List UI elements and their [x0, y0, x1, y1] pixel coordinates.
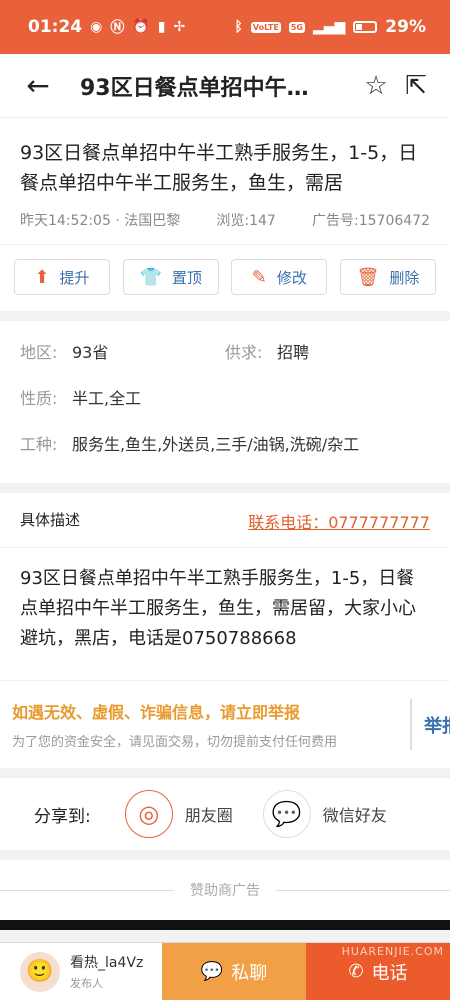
- alarm-icon: ⏰: [132, 19, 150, 35]
- chat-bubble-icon: 💬: [200, 961, 224, 982]
- phone-icon: ✆: [348, 961, 364, 982]
- warning-title: 如遇无效、虚假、诈骗信息，请立即举报: [12, 703, 301, 722]
- description-header: 具体描述: [20, 511, 81, 529]
- jobtype-value: 服务生,鱼生,外送员,三手/油锅,洗碗/杂工: [72, 435, 360, 454]
- description-body: 93区日餐点单招中午半工熟手服务生，1-5，日餐点单招中午半工服务生，鱼生，需居…: [20, 568, 416, 649]
- battery-percent: 29%: [385, 17, 426, 37]
- post-meta: 昨天14:52:05 · 法国巴黎 浏览:147 广告号:15706472: [0, 198, 450, 245]
- sponsor-label: 赞助商广告: [190, 883, 260, 899]
- share-out-icon[interactable]: ⇱: [396, 71, 436, 101]
- post-time-location: 昨天14:52:05 · 法国巴黎: [20, 213, 181, 229]
- sponsor-divider: 赞助商广告: [0, 860, 450, 920]
- watermark: HUARENJIE.COM: [341, 945, 444, 958]
- nature-label: 性质:: [20, 389, 58, 408]
- pencil-icon: ✎: [251, 266, 267, 288]
- region-label: 地区:: [20, 343, 58, 362]
- jobtype-label: 工种:: [20, 435, 58, 454]
- edit-button[interactable]: ✎ 修改: [231, 259, 328, 295]
- share-moments-button[interactable]: ◎ 朋友圈: [124, 790, 233, 838]
- share-section: 分享到: ◎ 朋友圈 💬 微信好友: [0, 778, 450, 850]
- star-icon[interactable]: ☆: [356, 71, 396, 101]
- ad-number: 广告号:15706472: [312, 213, 430, 229]
- status-time: 01:24: [28, 17, 83, 37]
- publisher-role: 发布人: [70, 977, 103, 990]
- publisher-name: 看热_la4Vz: [70, 955, 144, 971]
- delete-button[interactable]: 🗑 删除: [339, 259, 436, 295]
- info-section: 地区: 93省 供求: 招聘 性质: 半工,全工 工种: 服务生,鱼生,外送员,…: [0, 321, 450, 483]
- view-count: 浏览:147: [216, 213, 276, 229]
- pin-top-button[interactable]: 👕 置顶: [122, 259, 219, 295]
- call-button[interactable]: ✆ 电话 HUARENJIE.COM: [306, 943, 450, 1000]
- share-wechat-button[interactable]: 💬 微信好友: [262, 790, 387, 838]
- avatar: 🙂: [20, 951, 60, 992]
- divider: [0, 311, 450, 321]
- shirt-icon: 👕: [139, 266, 162, 288]
- volte-badge: VoLTE: [250, 21, 281, 33]
- ad-banner[interactable]: [0, 920, 450, 930]
- warning-subtitle: 为了您的资金安全，请见面交易，切勿提前支付任何费用: [12, 735, 338, 750]
- battery-icon: [353, 21, 378, 33]
- warning-banner: 如遇无效、虚假、诈骗信息，请立即举报 为了您的资金安全，请见面交易，切勿提前支付…: [0, 680, 450, 768]
- private-chat-button[interactable]: 💬 私聊: [162, 943, 306, 1000]
- page-title: 93区日餐点单招中午…: [80, 75, 309, 101]
- eye-icon: ◉: [90, 19, 103, 35]
- nature-value: 半工,全工: [72, 389, 142, 408]
- action-bar: ⬆ 提升 👕 置顶 ✎ 修改 🗑 删除: [0, 245, 450, 311]
- report-button[interactable]: 举报: [410, 699, 450, 750]
- network-badge: 5G: [288, 21, 305, 33]
- status-bar: 01:24 ◉ Ⓝ ⏰ ▮ ✢ ᛒ VoLTE 5G ▂▄▆ 29%: [0, 0, 450, 54]
- divider: [0, 483, 450, 493]
- region-value: 93省: [72, 343, 109, 362]
- nav-bar: ← 93区日餐点单招中午… ☆ ⇱: [0, 54, 450, 118]
- share-label: 分享到:: [34, 806, 91, 827]
- contact-phone-link[interactable]: 联系电话：0777777777: [248, 509, 430, 533]
- promote-button[interactable]: ⬆ 提升: [14, 259, 110, 295]
- divider: [0, 768, 450, 778]
- post-title: 93区日餐点单招中午半工熟手服务生，1-5，日餐点单招中午半工服务生，鱼生，需居: [20, 142, 418, 194]
- bottom-bar: 🙂 看热_la4Vz 发布人 💬 私聊 ✆ 电话 HUARENJIE.COM: [0, 942, 450, 1000]
- back-arrow-icon[interactable]: ←: [14, 69, 62, 102]
- publisher-info[interactable]: 🙂 看热_la4Vz 发布人: [0, 943, 162, 1000]
- page: 01:24 ◉ Ⓝ ⏰ ▮ ✢ ᛒ VoLTE 5G ▂▄▆ 29% ← 93区…: [0, 0, 450, 1000]
- bluetooth-icon: ᛒ: [234, 19, 243, 35]
- alert-icon: ▮: [157, 19, 166, 35]
- nfc-icon: Ⓝ: [110, 20, 125, 36]
- signal-icon: ▂▄▆: [312, 19, 346, 35]
- fan-icon: ✢: [173, 19, 186, 35]
- arrow-up-icon: ⬆: [34, 266, 50, 288]
- description-section: 具体描述 联系电话：0777777777 93区日餐点单招中午半工熟手服务生，1…: [0, 493, 450, 768]
- camera-aperture-icon: ◎: [124, 790, 173, 838]
- supply-value: 招聘: [277, 343, 310, 362]
- trash-icon: 🗑: [356, 266, 380, 288]
- post-header: 93区日餐点单招中午半工熟手服务生，1-5，日餐点单招中午半工服务生，鱼生，需居…: [0, 118, 450, 311]
- wechat-icon: 💬: [262, 790, 311, 838]
- supply-label: 供求:: [225, 343, 263, 362]
- divider: [0, 850, 450, 860]
